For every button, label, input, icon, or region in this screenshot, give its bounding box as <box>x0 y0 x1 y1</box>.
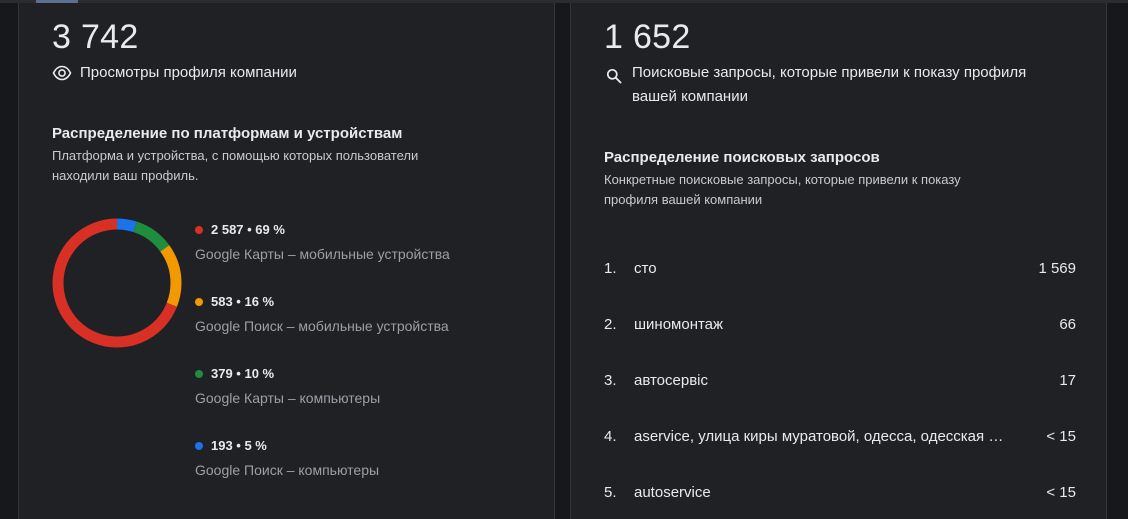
query-count: 1 569 <box>1038 260 1076 277</box>
query-text: сто <box>634 260 657 277</box>
legend-value: 2 587 • 69 % <box>211 222 285 237</box>
queries-description-line2: профиля вашей компании <box>604 192 763 207</box>
searches-label-line2: вашей компании <box>632 88 748 105</box>
platforms-description-line2: находили ваш профиль. <box>52 168 199 183</box>
query-count: 66 <box>1059 316 1076 333</box>
legend-value: 193 • 5 % <box>211 438 267 453</box>
platforms-donut-chart <box>52 218 182 348</box>
query-text: aservice, улица киры муратовой, одесса, … <box>634 428 1004 445</box>
queries-description-line1: Конкретные поисковые запросы, которые пр… <box>604 172 961 187</box>
profile-views-card: 3 742 Просмотры профиля компании Распред… <box>18 3 555 519</box>
platforms-title: Распределение по платформам и устройства… <box>52 125 403 142</box>
queries-title: Распределение поисковых запросов <box>604 149 880 166</box>
query-text: шиномонтаж <box>634 316 724 333</box>
views-total: 3 742 <box>52 18 139 56</box>
query-index: 2. <box>604 316 617 333</box>
legend-dot <box>195 298 203 306</box>
query-row: 3. автосервіс 17 <box>604 369 1076 393</box>
query-row: 1. сто 1 569 <box>604 257 1076 281</box>
searches-label-line1: Поисковые запросы, которые привели к пок… <box>632 64 1027 81</box>
legend-value: 583 • 16 % <box>211 294 275 309</box>
search-icon <box>606 68 622 89</box>
search-queries-card: 1 652 Поисковые запросы, которые привели… <box>570 3 1107 519</box>
legend-dot <box>195 370 203 378</box>
legend-label: Google Карты – компьютеры <box>195 390 381 406</box>
query-index: 1. <box>604 260 617 277</box>
query-index: 5. <box>604 484 617 501</box>
query-text: автосервіс <box>634 372 709 389</box>
query-row: 5. autoservice < 15 <box>604 481 1076 505</box>
legend-label: Google Поиск – компьютеры <box>195 462 380 478</box>
searches-total: 1 652 <box>604 18 691 56</box>
query-count: < 15 <box>1046 428 1076 445</box>
legend-label: Google Поиск – мобильные устройства <box>195 318 449 334</box>
platforms-description-line1: Платформа и устройства, с помощью которы… <box>52 148 419 163</box>
legend-value: 379 • 10 % <box>211 366 275 381</box>
query-index: 4. <box>604 428 617 445</box>
query-index: 3. <box>604 372 617 389</box>
query-count: < 15 <box>1046 484 1076 501</box>
query-text: autoservice <box>634 484 711 501</box>
query-count: 17 <box>1059 372 1076 389</box>
query-row: 4. aservice, улица киры муратовой, одесс… <box>604 425 1076 449</box>
legend-dot <box>195 226 203 234</box>
legend-label: Google Карты – мобильные устройства <box>195 246 450 262</box>
query-row: 2. шиномонтаж 66 <box>604 313 1076 337</box>
views-label: Просмотры профиля компании <box>80 64 297 81</box>
eye-icon <box>52 65 72 86</box>
legend-dot <box>195 442 203 450</box>
